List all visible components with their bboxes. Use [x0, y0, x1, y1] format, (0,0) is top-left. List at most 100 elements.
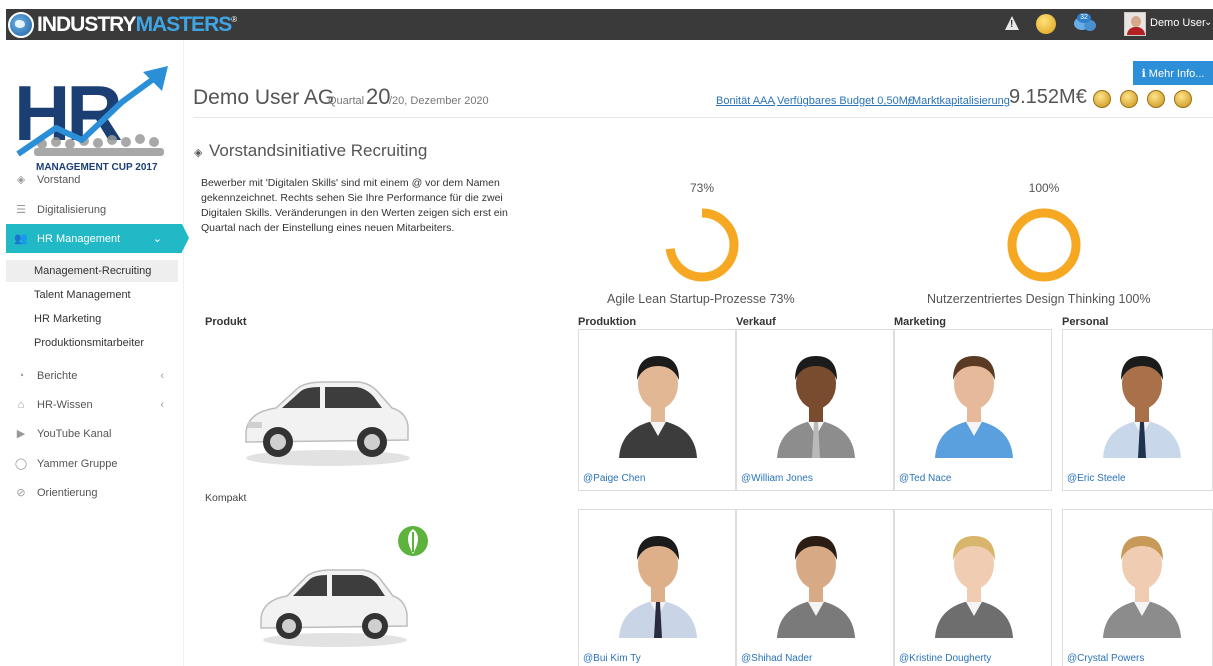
candidate-handle[interactable]: @Ted Nace [899, 473, 951, 484]
more-info-button[interactable]: ℹ Mehr Info... [1133, 61, 1213, 85]
sidebar-item-label: Orientierung [37, 486, 98, 499]
candidate-card[interactable]: @Crystal Powers [1062, 509, 1213, 666]
candidate-card[interactable]: @Eric Steele [1062, 329, 1213, 491]
candidate-photo [771, 340, 861, 458]
candidate-handle[interactable]: @Bui Kim Ty [583, 653, 641, 664]
sidebar-item-label: HR Management [37, 232, 121, 245]
marktkapitalisierung-link[interactable]: Marktkapitalisierung [912, 95, 1010, 107]
gauge-agile [665, 208, 739, 282]
sidebar-subitem-produktionsmitarbeiter[interactable]: Produktionsmitarbeiter [6, 332, 178, 354]
sidebar: HR MANAGEMENT CUP 2017 ◈ Vorstand ☰ Digi… [6, 40, 189, 666]
graduation-cap-icon: ⌂ [17, 398, 25, 411]
diamond-icon: ◈ [16, 174, 26, 186]
chat-badge: 32 [1077, 13, 1091, 23]
candidate-handle[interactable]: @Kristine Dougherty [899, 653, 991, 664]
candidate-photo [771, 520, 861, 638]
candidate-card[interactable]: @Ted Nace [894, 329, 1052, 491]
column-header-verkauf: Verkauf [736, 316, 776, 328]
top-bar: INDUSTRYMASTERS® 32 Demo User ⌄ [6, 9, 1213, 40]
chevron-down-icon[interactable]: ⌄ [1204, 17, 1212, 28]
sidebar-item-hr-wissen[interactable]: ⌂ HR-Wissen ‹ [6, 390, 184, 419]
gauge-label-design: Nutzerzentriertes Design Thinking 100% [927, 292, 1151, 306]
brand-logo[interactable]: INDUSTRY MASTERS ® [8, 11, 237, 38]
sidebar-item-berichte[interactable]: ◔ Berichte ‹ [6, 361, 184, 390]
produkt-heading: Produkt [205, 316, 247, 328]
sidebar-item-label: Digitalisierung [37, 203, 107, 216]
globe-icon [8, 11, 34, 38]
gauge-design [1007, 208, 1081, 282]
budget-link[interactable]: Verfügbares Budget 0,50M€ [777, 95, 914, 107]
candidate-photo [613, 520, 703, 638]
candidate-card[interactable]: @Paige Chen [578, 329, 736, 491]
sidebar-item-label: YouTube Kanal [37, 427, 112, 440]
chevron-down-icon: ⌄ [152, 233, 162, 245]
column-header-personal: Personal [1062, 316, 1109, 328]
candidate-card[interactable]: @Shihad Nader [736, 509, 894, 666]
sidebar-subitem-management-recruiting[interactable]: Management-Recruiting [6, 260, 178, 282]
brand-name-part2: MASTERS [135, 12, 233, 36]
eco-leaf-icon [398, 526, 428, 556]
candidate-card[interactable]: @William Jones [736, 329, 894, 491]
bonitaet-link[interactable]: Bonität AAA [716, 95, 775, 107]
column-header-marketing: Marketing [894, 316, 946, 328]
company-name: Demo User AG [193, 86, 335, 109]
candidate-card[interactable]: @Bui Kim Ty [578, 509, 736, 666]
candidate-photo [613, 340, 703, 458]
database-icon: ☰ [16, 204, 26, 216]
candidate-card[interactable]: @Kristine Dougherty [894, 509, 1052, 666]
candidate-handle[interactable]: @William Jones [741, 473, 813, 484]
section-description: Bewerber mit 'Digitalen Skills' sind mit… [201, 177, 508, 234]
separator: , [907, 95, 911, 107]
chat-icon[interactable]: 32 [1072, 13, 1098, 33]
candidate-handle[interactable]: @Shihad Nader [741, 653, 812, 664]
candidate-photo [929, 340, 1019, 458]
quartal-label: Quartal [328, 95, 365, 107]
gauge-percent-agile: 73% [689, 181, 715, 195]
candidate-handle[interactable]: @Crystal Powers [1067, 653, 1144, 664]
sidebar-item-label: Berichte [37, 369, 78, 382]
compass-icon: ⊘ [16, 487, 26, 499]
candidate-handle[interactable]: @Eric Steele [1067, 473, 1126, 484]
gauge-percent-design: 100% [1028, 181, 1060, 195]
section-title: Vorstandsinitiative Recruiting [209, 141, 428, 160]
gauge-arc-design [1007, 208, 1081, 282]
sidebar-item-digitalisierung[interactable]: ☰ Digitalisierung [6, 195, 184, 224]
sidebar-subitem-hr-marketing[interactable]: HR Marketing [6, 308, 178, 330]
diamond-icon: ◈ [194, 147, 203, 159]
youtube-icon: ▶ [16, 428, 26, 440]
kompakt-label: Kompakt [205, 492, 247, 504]
car-image-large [245, 381, 410, 466]
sidebar-item-orientierung[interactable]: ⊘ Orientierung [6, 478, 184, 507]
quartal-number: 20 [366, 84, 391, 109]
candidate-photo [1097, 340, 1187, 458]
separator: , [773, 95, 777, 107]
divider [193, 117, 1213, 118]
chevron-left-icon: ‹ [160, 398, 164, 411]
sidebar-item-hr-management[interactable]: 👥 HR Management ⌄ [6, 224, 189, 253]
candidate-photo [929, 520, 1019, 638]
candidate-handle[interactable]: @Paige Chen [583, 473, 645, 484]
medal-icon [1174, 90, 1192, 108]
sidebar-item-yammer-gruppe[interactable]: ◯ Yammer Gruppe [6, 449, 184, 478]
sidebar-subitem-talent-management[interactable]: Talent Management [6, 284, 178, 306]
warning-icon[interactable] [1005, 16, 1019, 30]
candidate-photo [1097, 520, 1187, 638]
comment-icon: ◯ [14, 458, 28, 470]
gauge-label-agile: Agile Lean Startup-Prozesse 73% [607, 292, 795, 306]
sidebar-item-vorstand[interactable]: ◈ Vorstand [6, 165, 184, 194]
quartal-date: /20, Dezember 2020 [389, 95, 489, 107]
sidebar-item-label: Yammer Gruppe [37, 457, 118, 470]
users-icon: 👥 [14, 233, 28, 245]
medal-icon [1093, 90, 1111, 108]
sidebar-item-label: Vorstand [37, 173, 81, 186]
coin-icon[interactable] [1036, 14, 1056, 34]
user-menu-name[interactable]: Demo User [1150, 17, 1206, 29]
sidebar-item-label: HR-Wissen [37, 398, 93, 411]
sidebar-item-youtube-kanal[interactable]: ▶ YouTube Kanal [6, 419, 184, 448]
hr-management-cup-logo: HR MANAGEMENT CUP 2017 [14, 66, 170, 173]
column-header-produktion: Produktion [578, 316, 637, 328]
car-image-compact [260, 569, 408, 647]
medal-icon [1120, 90, 1138, 108]
avatar[interactable] [1124, 12, 1146, 36]
brand-name-part1: INDUSTRY [37, 12, 137, 36]
